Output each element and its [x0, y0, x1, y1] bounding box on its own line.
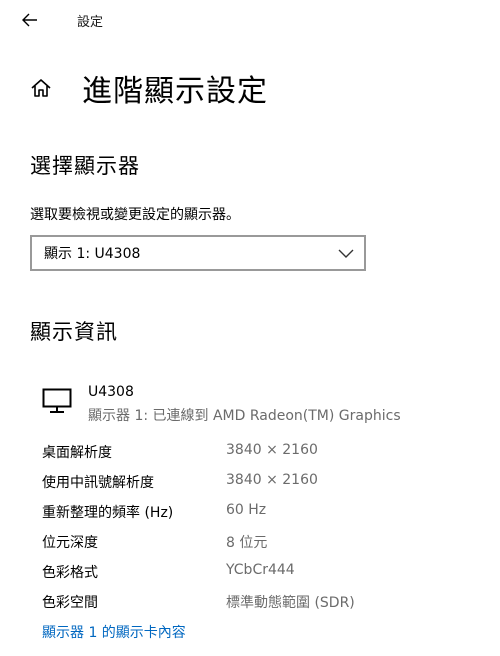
title-bar: 設定: [0, 0, 500, 40]
info-value: 3840 × 2160: [226, 442, 318, 458]
info-row-active-signal-resolution: 使用中訊號解析度 3840 × 2160: [42, 472, 482, 494]
select-display-description: 選取要檢視或變更設定的顯示器。: [30, 207, 240, 223]
info-row-refresh-rate: 重新整理的頻率 (Hz) 60 Hz: [42, 502, 482, 524]
monitor-connection: 顯示器 1: 已連線到 AMD Radeon(TM) Graphics: [88, 408, 401, 424]
info-value: 3840 × 2160: [226, 472, 318, 488]
info-row-bit-depth: 位元深度 8 位元: [42, 532, 482, 554]
info-value: YCbCr444: [226, 562, 295, 578]
app-title: 設定: [77, 15, 104, 30]
info-value: 60 Hz: [226, 502, 267, 518]
info-label: 重新整理的頻率 (Hz): [42, 505, 174, 521]
home-icon: [31, 79, 51, 97]
select-display-heading: 選擇顯示器: [30, 154, 140, 178]
info-row-desktop-resolution: 桌面解析度 3840 × 2160: [42, 442, 482, 464]
info-value: 標準動態範圍 (SDR): [226, 595, 355, 611]
chevron-down-icon: [338, 249, 354, 258]
info-label: 位元深度: [42, 535, 98, 551]
home-button[interactable]: [28, 75, 54, 101]
info-label: 使用中訊號解析度: [42, 475, 154, 491]
display-dropdown-value: 顯示 1: U4308: [44, 246, 141, 262]
info-label: 桌面解析度: [42, 445, 112, 461]
settings-window: 設定 進階顯示設定 選擇顯示器 選取要檢視或變更設定的顯示器。 顯示 1: U4…: [0, 0, 500, 656]
info-row-color-format: 色彩格式 YCbCr444: [42, 562, 482, 584]
info-row-color-space: 色彩空間 標準動態範圍 (SDR): [42, 592, 482, 614]
back-button[interactable]: [14, 6, 46, 34]
page-header: 進階顯示設定: [28, 66, 268, 110]
arrow-left-icon: [22, 13, 37, 27]
info-label: 色彩空間: [42, 595, 98, 611]
info-label: 色彩格式: [42, 565, 98, 581]
display-info-heading: 顯示資訊: [30, 320, 118, 344]
monitor-icon: [42, 388, 72, 413]
monitor-name: U4308: [88, 384, 134, 400]
page-title: 進階顯示設定: [82, 74, 268, 109]
info-value: 8 位元: [226, 535, 268, 551]
display-adapter-properties-link[interactable]: 顯示器 1 的顯示卡內容: [42, 622, 186, 642]
display-dropdown[interactable]: 顯示 1: U4308: [30, 235, 366, 271]
